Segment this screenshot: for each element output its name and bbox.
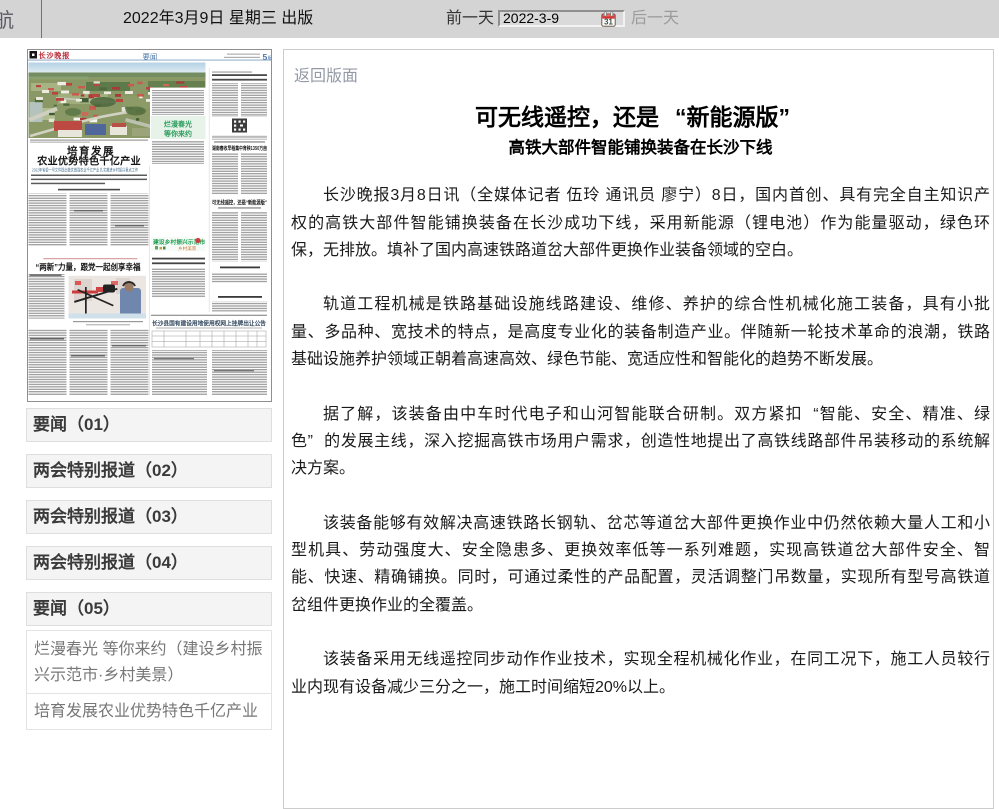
- svg-text:乡村美景: 乡村美景: [178, 245, 197, 252]
- svg-text:长沙晚报: 长沙晚报: [39, 51, 71, 60]
- svg-text:烂漫春光: 烂漫春光: [164, 120, 192, 129]
- svg-text:湖南春收早稻集中育秧1350万亩: 湖南春收早稻集中育秧1350万亩: [212, 144, 268, 152]
- svg-text:“两新”力量，跟党一起创享幸福: “两新”力量，跟党一起创享幸福: [36, 261, 141, 272]
- svg-text:2022年省委一号文件提出做优做强农业千亿产业 扎实推进乡村: 2022年省委一号文件提出做优做强农业千亿产业 扎实推进乡村振兴重点工作: [32, 167, 138, 174]
- svg-text:农业优势特色千亿产业: 农业优势特色千亿产业: [36, 155, 141, 168]
- svg-text:等你来约: 等你来约: [163, 129, 192, 138]
- svg-text:可无线遥控，还是“新能源版”: 可无线遥控，还是“新能源版”: [212, 199, 267, 207]
- svg-text:31: 31: [604, 18, 613, 27]
- svg-text:版: 版: [268, 55, 272, 62]
- svg-text:长沙县国有建设用地使用权网上挂牌出让公告: 长沙县国有建设用地使用权网上挂牌出让公告: [152, 319, 266, 327]
